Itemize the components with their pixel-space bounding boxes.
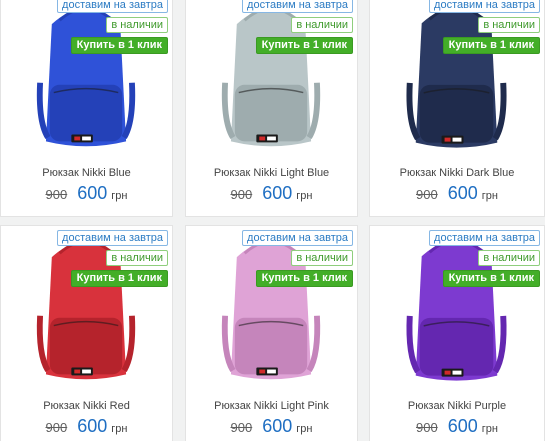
product-badges: доставим на завтра в наличии Купить в 1 … <box>57 230 168 287</box>
buy-one-click-button[interactable]: Купить в 1 клик <box>70 37 168 54</box>
buy-one-click-button[interactable]: Купить в 1 клик <box>255 37 353 54</box>
currency: грн <box>481 190 498 202</box>
stock-badge: в наличии <box>291 17 353 33</box>
current-price: 600 <box>262 416 293 436</box>
stock-badge: в наличии <box>106 250 168 266</box>
delivery-badge: доставим на завтра <box>242 230 353 246</box>
delivery-badge: доставим на завтра <box>57 230 168 246</box>
stock-badge: в наличии <box>478 250 540 266</box>
currency: грн <box>296 190 313 202</box>
product-name[interactable]: Рюкзак Nikki Dark Blue <box>370 167 544 179</box>
product-card[interactable]: доставим на завтра в наличии Купить в 1 … <box>369 0 545 217</box>
product-card[interactable]: доставим на завтра в наличии Купить в 1 … <box>185 225 358 441</box>
product-badges: доставим на завтра в наличии Купить в 1 … <box>57 0 168 54</box>
product-badges: доставим на завтра в наличии Купить в 1 … <box>242 230 353 287</box>
product-name[interactable]: Рюкзак Nikki Purple <box>370 400 544 412</box>
old-price: 900 <box>45 420 68 435</box>
current-price: 600 <box>262 183 293 203</box>
product-card[interactable]: доставим на завтра в наличии Купить в 1 … <box>185 0 358 217</box>
product-name[interactable]: Рюкзак Nikki Light Pink <box>186 400 357 412</box>
old-price: 900 <box>416 187 438 202</box>
delivery-badge: доставим на завтра <box>57 0 168 13</box>
current-price: 600 <box>77 183 108 203</box>
currency: грн <box>111 423 128 435</box>
old-price: 900 <box>230 420 253 435</box>
product-prices: 900 600 грн <box>370 416 544 437</box>
product-badges: доставим на завтра в наличии Купить в 1 … <box>429 230 540 287</box>
product-grid: доставим на завтра в наличии Купить в 1 … <box>0 0 545 441</box>
product-name[interactable]: Рюкзак Nikki Red <box>1 400 172 412</box>
product-prices: 900 600 грн <box>1 416 172 437</box>
old-price: 900 <box>45 187 68 202</box>
current-price: 600 <box>447 183 478 203</box>
delivery-badge: доставим на завтра <box>429 0 540 13</box>
product-prices: 900 600 грн <box>1 183 172 204</box>
delivery-badge: доставим на завтра <box>242 0 353 13</box>
stock-badge: в наличии <box>106 17 168 33</box>
old-price: 900 <box>416 420 438 435</box>
stock-badge: в наличии <box>291 250 353 266</box>
buy-one-click-button[interactable]: Купить в 1 клик <box>255 270 353 287</box>
current-price: 600 <box>447 416 478 436</box>
product-prices: 900 600 грн <box>186 183 357 204</box>
product-prices: 900 600 грн <box>370 183 544 204</box>
delivery-badge: доставим на завтра <box>429 230 540 246</box>
currency: грн <box>481 423 498 435</box>
currency: грн <box>296 423 313 435</box>
product-card[interactable]: доставим на завтра в наличии Купить в 1 … <box>0 0 173 217</box>
product-prices: 900 600 грн <box>186 416 357 437</box>
buy-one-click-button[interactable]: Купить в 1 клик <box>442 37 540 54</box>
product-card[interactable]: доставим на завтра в наличии Купить в 1 … <box>0 225 173 441</box>
product-name[interactable]: Рюкзак Nikki Blue <box>1 167 172 179</box>
old-price: 900 <box>230 187 253 202</box>
product-badges: доставим на завтра в наличии Купить в 1 … <box>242 0 353 54</box>
current-price: 600 <box>77 416 108 436</box>
product-card[interactable]: доставим на завтра в наличии Купить в 1 … <box>369 225 545 441</box>
currency: грн <box>111 190 128 202</box>
buy-one-click-button[interactable]: Купить в 1 клик <box>70 270 168 287</box>
product-badges: доставим на завтра в наличии Купить в 1 … <box>429 0 540 54</box>
buy-one-click-button[interactable]: Купить в 1 клик <box>442 270 540 287</box>
product-name[interactable]: Рюкзак Nikki Light Blue <box>186 167 357 179</box>
stock-badge: в наличии <box>478 17 540 33</box>
